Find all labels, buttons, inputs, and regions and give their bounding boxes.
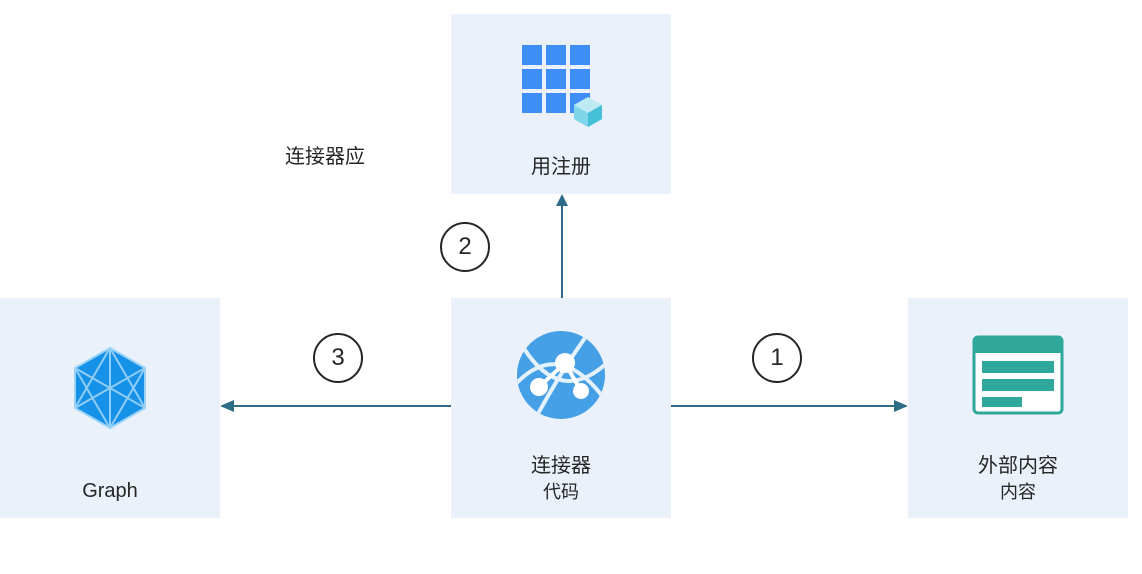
arrow-to-external-content xyxy=(671,400,908,412)
node-connector-code-label-l2: 代码 xyxy=(531,481,591,504)
step-1: 1 xyxy=(752,333,802,383)
node-external-content: 外部内容 内容 xyxy=(908,298,1128,518)
arrow-to-app-registration xyxy=(556,194,568,298)
node-external-content-label-l1: 外部内容 xyxy=(978,455,1058,477)
node-app-registration: 用注册 xyxy=(451,14,671,194)
graph-icon xyxy=(64,298,156,478)
app-registration-icon xyxy=(516,14,606,154)
step-2: 2 xyxy=(440,222,490,272)
node-external-content-label-l2: 内容 xyxy=(978,481,1058,504)
node-connector-code: 连接器 代码 xyxy=(451,298,671,518)
node-app-registration-label: 用注册 xyxy=(531,154,591,180)
node-connector-code-label: 连接器 代码 xyxy=(531,453,591,504)
node-connector-code-label-l1: 连接器 xyxy=(531,455,591,477)
arrow-to-graph xyxy=(220,400,451,412)
connector-code-icon xyxy=(513,298,609,453)
node-graph: Graph xyxy=(0,298,220,518)
external-content-icon xyxy=(970,298,1066,453)
step-3: 3 xyxy=(313,333,363,383)
node-external-content-label: 外部内容 内容 xyxy=(978,453,1058,504)
connector-app-label: 连接器应 xyxy=(285,140,365,169)
node-graph-label: Graph xyxy=(82,478,138,504)
